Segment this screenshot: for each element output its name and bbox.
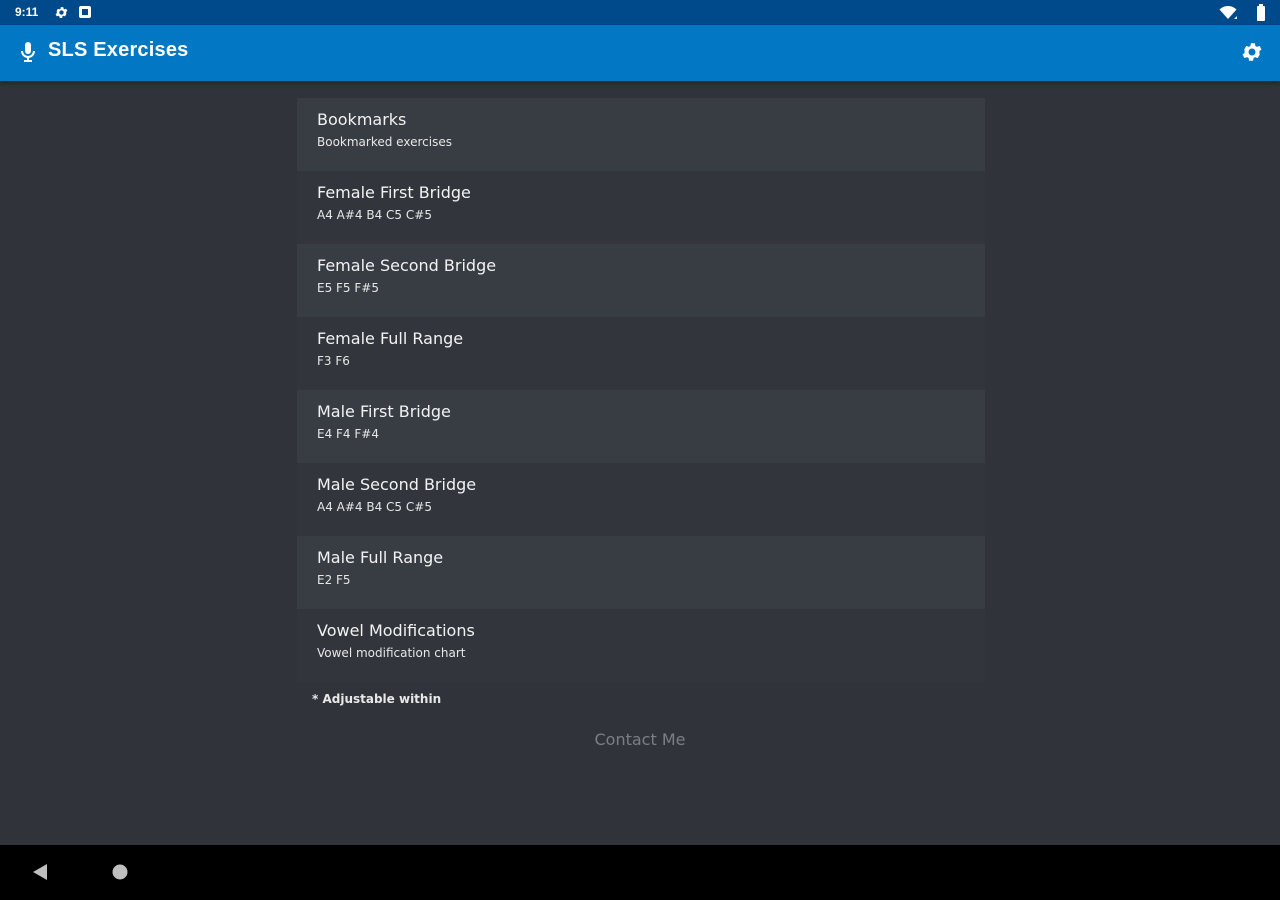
wifi-icon xyxy=(1219,6,1237,19)
contact-me-link[interactable]: Contact Me xyxy=(540,730,740,749)
list-item-title: Male Second Bridge xyxy=(317,475,477,494)
list-item-male-full-range[interactable]: Male Full Range E2 F5 xyxy=(297,536,985,609)
list-item-subtitle: A4 A#4 B4 C5 C#5 xyxy=(317,208,432,222)
list-item-title: Vowel Modifications xyxy=(317,621,475,640)
status-time: 9:11 xyxy=(15,5,39,19)
battery-icon xyxy=(1257,4,1265,21)
list-item-female-second-bridge[interactable]: Female Second Bridge E5 F5 F#5 xyxy=(297,244,985,317)
notification-box-icon xyxy=(79,6,91,18)
settings-gear-icon[interactable] xyxy=(1240,40,1264,64)
back-icon[interactable] xyxy=(31,863,49,881)
list-item-title: Female First Bridge xyxy=(317,183,471,202)
list-item-title: Female Full Range xyxy=(317,329,464,348)
footnote: * Adjustable within xyxy=(312,692,442,706)
home-icon[interactable] xyxy=(110,862,130,882)
list-item-subtitle: Bookmarked exercises xyxy=(317,135,452,149)
list-item-title: Male Full Range xyxy=(317,548,444,567)
list-item-male-first-bridge[interactable]: Male First Bridge E4 F4 F#4 xyxy=(297,390,985,463)
settings-icon xyxy=(55,7,68,18)
list-item-title: Male First Bridge xyxy=(317,402,451,421)
app-title: SLS Exercises xyxy=(48,39,189,61)
navigation-bar xyxy=(0,845,1280,900)
list-item-female-full-range[interactable]: Female Full Range F3 F6 xyxy=(297,317,985,390)
list-item-male-second-bridge[interactable]: Male Second Bridge A4 A#4 B4 C5 C#5 xyxy=(297,463,985,536)
list-item-subtitle: E2 F5 xyxy=(317,573,351,587)
app-bar: SLS Exercises xyxy=(0,25,1280,81)
list-item-vowel-modifications[interactable]: Vowel Modifications Vowel modification c… xyxy=(297,609,985,682)
list-item-title: Female Second Bridge xyxy=(317,256,497,275)
list-item-title: Bookmarks xyxy=(317,110,407,129)
list-item-subtitle: E4 F4 F#4 xyxy=(317,427,379,441)
list-item-subtitle: Vowel modification chart xyxy=(317,646,466,660)
mic-icon xyxy=(21,42,35,62)
list-item-subtitle: E5 F5 F#5 xyxy=(317,281,379,295)
list-item-subtitle: F3 F6 xyxy=(317,354,350,368)
status-bar: 9:11 xyxy=(0,0,1280,25)
list-item-female-first-bridge[interactable]: Female First Bridge A4 A#4 B4 C5 C#5 xyxy=(297,171,985,244)
list-item-subtitle: A4 A#4 B4 C5 C#5 xyxy=(317,500,432,514)
exercise-list: Bookmarks Bookmarked exercises Female Fi… xyxy=(297,98,985,682)
list-item-bookmarks[interactable]: Bookmarks Bookmarked exercises xyxy=(297,98,985,171)
